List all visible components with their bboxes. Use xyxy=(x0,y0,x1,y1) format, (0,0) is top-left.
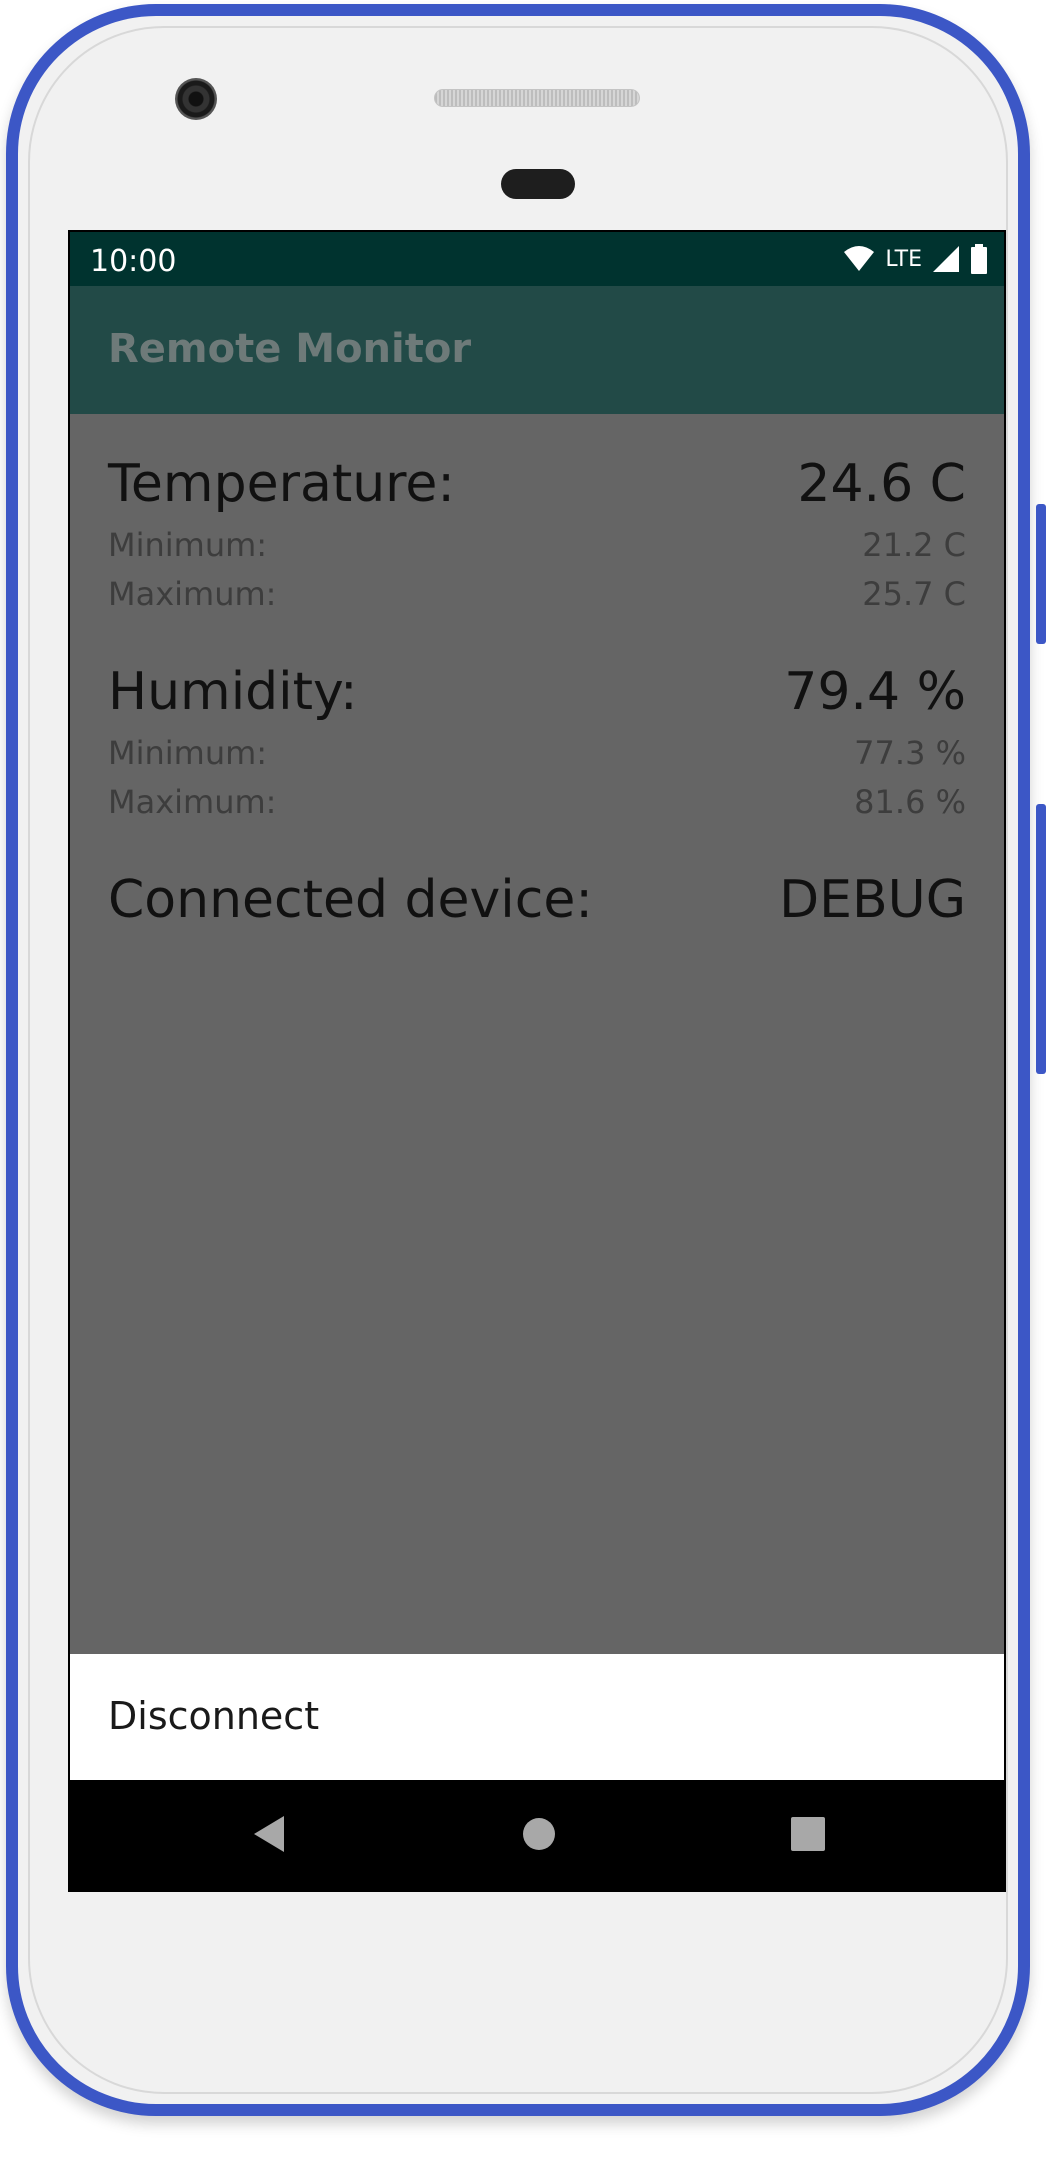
home-icon[interactable] xyxy=(515,1810,563,1858)
humidity-label: Humidity: xyxy=(108,662,358,722)
temperature-minimum-row: Minimum: 21.2 C xyxy=(108,526,966,564)
disconnect-button[interactable]: Disconnect xyxy=(108,1694,319,1738)
temperature-maximum-row: Maximum: 25.7 C xyxy=(108,575,966,613)
temperature-minimum-label: Minimum: xyxy=(108,526,268,564)
volume-button xyxy=(1036,804,1046,1074)
power-button xyxy=(1036,504,1046,644)
bottom-sheet: Disconnect xyxy=(70,1654,1004,1780)
front-camera xyxy=(175,78,217,120)
temperature-label: Temperature: xyxy=(108,454,455,514)
temperature-value: 24.6 C xyxy=(797,454,966,514)
temperature-maximum-label: Maximum: xyxy=(108,575,277,613)
status-icons: LTE xyxy=(843,242,988,276)
battery-icon xyxy=(971,244,987,274)
humidity-value: 79.4 % xyxy=(784,662,966,722)
earpiece-speaker xyxy=(434,89,640,107)
back-icon[interactable] xyxy=(246,1810,294,1858)
recents-icon[interactable] xyxy=(784,1810,832,1858)
status-bar: 10:00 LTE xyxy=(70,232,1004,286)
humidity-minimum-label: Minimum: xyxy=(108,734,268,772)
humidity-row: Humidity: 79.4 % xyxy=(108,662,966,722)
network-type-label: LTE xyxy=(885,246,922,272)
app-bar: Remote Monitor xyxy=(70,286,1004,414)
connected-device-value: DEBUG xyxy=(779,870,966,930)
temperature-minimum-value: 21.2 C xyxy=(862,526,966,564)
humidity-minimum-row: Minimum: 77.3 % xyxy=(108,734,966,772)
humidity-maximum-label: Maximum: xyxy=(108,783,277,821)
temperature-maximum-value: 25.7 C xyxy=(862,575,966,613)
proximity-sensor xyxy=(501,169,575,199)
wifi-icon xyxy=(844,246,875,271)
connected-device-label: Connected device: xyxy=(108,870,593,930)
readings-panel: Temperature: 24.6 C Minimum: 21.2 C Maxi… xyxy=(70,414,1004,1654)
connected-device-row: Connected device: DEBUG xyxy=(108,870,966,930)
status-time: 10:00 xyxy=(90,244,177,279)
humidity-maximum-row: Maximum: 81.6 % xyxy=(108,783,966,821)
signal-icon xyxy=(933,246,959,272)
navigation-bar xyxy=(70,1780,1004,1890)
temperature-row: Temperature: 24.6 C xyxy=(108,454,966,514)
app-title: Remote Monitor xyxy=(108,326,472,372)
device-screen: 10:00 LTE Remote Monitor Temperature: 24… xyxy=(68,230,1006,1892)
humidity-minimum-value: 77.3 % xyxy=(854,734,966,772)
humidity-maximum-value: 81.6 % xyxy=(854,783,966,821)
phone-frame: 10:00 LTE Remote Monitor Temperature: 24… xyxy=(6,4,1030,2116)
